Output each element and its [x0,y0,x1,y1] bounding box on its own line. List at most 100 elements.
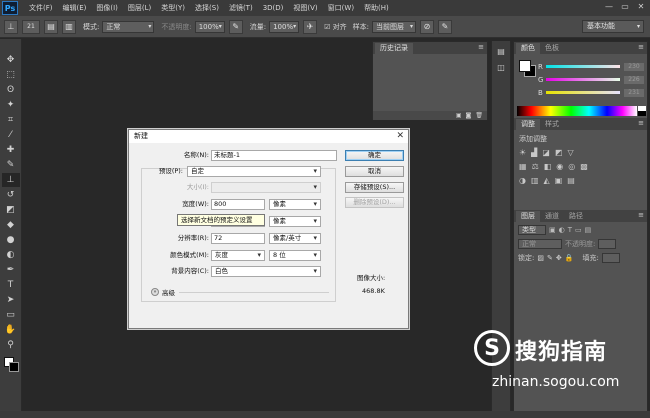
tab-channels[interactable]: 通道 [540,211,564,222]
filter-type-icon[interactable]: T [568,226,572,234]
tab-history[interactable]: 历史记录 [375,43,413,54]
type-tool-icon[interactable]: T [2,278,20,292]
adjustments-panel-menu-icon[interactable]: ≡ [638,119,644,127]
menu-3d[interactable]: 3D(D) [258,0,289,16]
advanced-toggle-icon[interactable]: » [151,288,159,296]
selective-color-icon[interactable]: ▣ [555,176,563,185]
filter-pixel-icon[interactable]: ▣ [549,226,556,234]
mode-select[interactable]: 正常 [102,20,155,33]
cancel-button[interactable]: 取消 [345,166,404,177]
eraser-tool-icon[interactable]: ◩ [2,203,20,217]
width-input[interactable]: 800 [211,199,265,210]
blue-value[interactable]: 231 [624,88,644,97]
clone-source-icon[interactable]: ▥ [62,19,76,34]
lock-pixels-icon[interactable]: ▨ [537,254,544,262]
lock-all-icon[interactable]: 🔒 [565,254,574,262]
menu-edit[interactable]: 编辑(E) [58,0,92,16]
panel-menu-icon[interactable]: ≡ [478,43,484,51]
history-brush-tool-icon[interactable]: ↺ [2,188,20,202]
shape-tool-icon[interactable]: ▭ [2,308,20,322]
color-fg-swatch[interactable] [519,60,531,72]
threshold-icon[interactable]: ◭ [544,176,550,185]
invert-icon[interactable]: ◑ [519,176,526,185]
blur-tool-icon[interactable]: ● [2,233,20,247]
ignore-adjustment-icon[interactable]: ⊘ [419,19,434,34]
clone-stamp-tool-icon[interactable]: ⊥ [1,173,20,187]
brush-tool-icon[interactable]: ✎ [2,158,20,172]
filter-smart-icon[interactable]: ▤ [585,226,592,234]
green-value[interactable]: 226 [624,75,644,84]
layer-opacity-field[interactable] [598,239,617,249]
menu-select[interactable]: 选择(S) [190,0,224,16]
brush-preset-picker[interactable]: 21 [22,19,40,34]
tab-paths[interactable]: 路径 [564,211,588,222]
menu-type[interactable]: 类型(Y) [156,0,190,16]
vibrance-icon[interactable]: ▽ [567,148,573,157]
opacity-select[interactable]: 100% [194,20,225,33]
minimize-button[interactable]: — [602,1,616,13]
layer-kind-select[interactable]: 类型 [518,225,546,235]
menu-window[interactable]: 窗口(W) [323,0,359,16]
red-value[interactable]: 230 [624,62,644,71]
path-select-tool-icon[interactable]: ➤ [2,293,20,307]
name-input[interactable]: 未标题-1 [211,150,337,161]
pressure-opacity-icon[interactable]: ✎ [228,19,243,34]
close-window-button[interactable]: ✕ [634,1,648,13]
clone-stamp-icon[interactable]: ⊥ [4,19,18,34]
quick-select-tool-icon[interactable]: ✦ [2,98,20,112]
paint-bucket-tool-icon[interactable]: ◆ [2,218,20,232]
lasso-tool-icon[interactable]: ʘ [2,83,20,97]
menu-help[interactable]: 帮助(H) [359,0,394,16]
eyedropper-tool-icon[interactable]: ⁄ [2,128,20,142]
sample-select[interactable]: 当前图层 [371,20,416,33]
align-checkbox[interactable]: ☑ 对齐 [324,22,347,32]
flow-select[interactable]: 100% [269,20,300,33]
ok-button[interactable]: 确定 [345,150,404,161]
new-document-icon[interactable]: ▣ [456,111,462,120]
delete-icon[interactable]: 🗑 [475,111,483,120]
menu-layer[interactable]: 图层(L) [123,0,156,16]
dialog-close-button[interactable]: ✕ [396,130,404,143]
marquee-tool-icon[interactable]: ⬚ [2,68,20,82]
levels-icon[interactable]: ▟ [531,148,537,157]
filter-shape-icon[interactable]: ▭ [575,226,582,234]
hue-saturation-icon[interactable]: ▦ [519,162,527,171]
blend-mode-select[interactable]: 正常 [518,239,562,249]
posterize-icon[interactable]: ▥ [531,176,539,185]
menu-filter[interactable]: 滤镜(T) [224,0,258,16]
dodge-tool-icon[interactable]: ◐ [2,248,20,262]
resolution-unit-select[interactable]: 像素/英寸 [269,233,321,244]
color-balance-icon[interactable]: ⚖ [532,162,539,171]
properties-panel-icon[interactable]: ◫ [494,63,508,75]
menu-view[interactable]: 视图(V) [288,0,322,16]
lock-paint-icon[interactable]: ✎ [547,254,553,262]
lock-position-icon[interactable]: ✥ [556,254,562,262]
color-panel-menu-icon[interactable]: ≡ [638,43,644,51]
brush-panel-icon[interactable]: ▤ [44,19,58,34]
preset-select[interactable]: 自定 [187,166,321,177]
pen-tool-icon[interactable]: ✒ [2,263,20,277]
background-color-swatch[interactable] [9,362,19,372]
move-tool-icon[interactable]: ✥ [2,53,20,67]
red-slider[interactable] [546,65,620,68]
restore-button[interactable]: ▭ [618,1,632,13]
height-unit-select[interactable]: 像素 [269,216,321,227]
save-preset-button[interactable]: 存储预设(S)... [345,182,404,193]
history-panel-icon[interactable]: ▤ [494,47,508,59]
healing-brush-tool-icon[interactable]: ✚ [2,143,20,157]
tab-swatches[interactable]: 色板 [540,43,564,54]
black-white-ramp[interactable] [638,106,646,116]
photo-filter-icon[interactable]: ◉ [556,162,563,171]
channel-mixer-icon[interactable]: ◎ [568,162,575,171]
layers-panel-menu-icon[interactable]: ≡ [638,211,644,219]
airbrush-icon[interactable]: ✈ [303,19,318,34]
color-mode-select[interactable]: 灰度 [211,250,265,261]
brightness-icon[interactable]: ☀ [519,148,526,157]
tab-layers[interactable]: 图层 [516,211,540,222]
green-slider[interactable] [546,78,620,81]
tab-styles[interactable]: 样式 [540,119,564,130]
filter-adjust-icon[interactable]: ◐ [559,226,565,234]
tab-color[interactable]: 颜色 [516,43,540,54]
menu-file[interactable]: 文件(F) [24,0,58,16]
menu-image[interactable]: 图像(I) [91,0,123,16]
